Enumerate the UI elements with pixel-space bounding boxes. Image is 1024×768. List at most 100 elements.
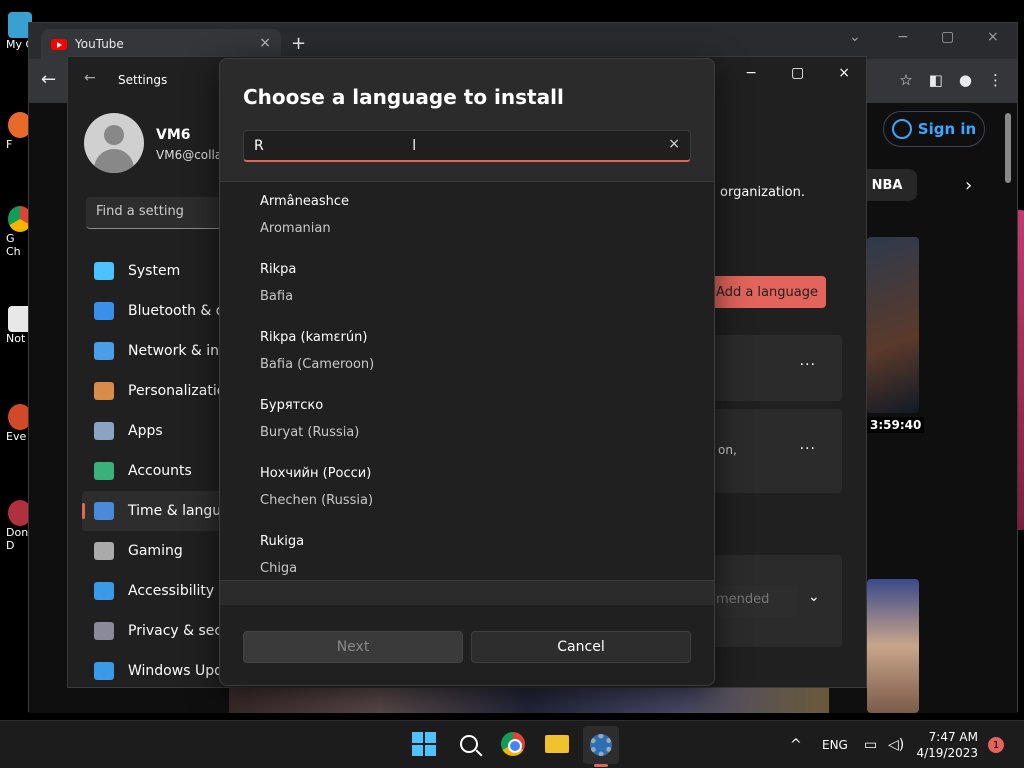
language-list-item[interactable]: Rikpa Bafia (220, 250, 714, 318)
language-english-name: Bafia (Cameroon) (260, 357, 375, 372)
nav-icon (94, 622, 114, 640)
clock[interactable]: 7:47 AM 4/19/2023 (912, 729, 978, 761)
tab-search-icon[interactable]: ⌄ (849, 29, 861, 45)
video-thumbnail[interactable] (867, 579, 919, 713)
nav-icon (94, 582, 114, 600)
language-list-item[interactable]: Нохчийн (Росси) Chechen (Russia) (220, 454, 714, 522)
menu-dots-icon[interactable]: ⋮ (988, 71, 1003, 89)
chrome-icon (501, 732, 525, 756)
nav-icon (94, 302, 114, 320)
chevron-down-icon[interactable]: ⌄ (808, 589, 820, 605)
minimize-button[interactable]: − (745, 65, 757, 81)
sidebar-item-label: Network & inte (128, 343, 234, 359)
toolbar-icons: ☆ ◧ ● ⋮ (899, 71, 1003, 89)
clear-search-icon[interactable]: × (668, 136, 680, 152)
search-icon (460, 735, 478, 753)
sidebar-item-label: System (128, 263, 181, 279)
back-arrow-icon[interactable]: ← (84, 70, 96, 86)
folder-icon (545, 735, 569, 753)
language-card[interactable]: on, ··· (708, 409, 842, 493)
language-search-input[interactable] (244, 137, 644, 154)
language-list[interactable]: Armâneashce Aromanian Rikpa Bafia Rikpa (kam… (220, 181, 714, 581)
sidebar-item-label: Gaming (128, 543, 183, 559)
maximize-button[interactable]: ▢ (791, 65, 804, 81)
next-button[interactable]: Next (243, 631, 463, 663)
close-button[interactable]: × (838, 65, 850, 81)
language-list-item[interactable]: Rukiga Chiga (220, 522, 714, 580)
language-native-name: Rukiga (260, 534, 305, 549)
video-duration: 3:59:40 (867, 417, 925, 433)
language-english-name: Bafia (260, 289, 294, 304)
cancel-button[interactable]: Cancel (471, 631, 691, 663)
chevron-right-icon[interactable]: › (965, 175, 972, 196)
language-english-name: Aromanian (260, 221, 331, 236)
language-english-name: Buryat (Russia) (260, 425, 360, 440)
text-cursor-icon: I (412, 136, 417, 154)
back-arrow-icon[interactable]: ← (41, 69, 56, 90)
org-text: organization. (720, 185, 805, 200)
active-app-indicator (594, 764, 608, 767)
sidebar-item-label: Bluetooth & de (128, 303, 234, 319)
sidebar-item-label: Apps (128, 423, 163, 439)
avatar[interactable] (84, 113, 144, 173)
language-list-item[interactable]: Rikpa (kamɛrún) Bafia (Cameroon) (220, 318, 714, 386)
profile-icon[interactable]: ● (959, 71, 972, 89)
sidebar-item-label: Accounts (128, 463, 192, 479)
user-circle-icon (891, 119, 912, 139)
language-native-name: Нохчийн (Росси) (260, 466, 372, 481)
gear-icon (590, 734, 612, 756)
input-language[interactable]: ENG (822, 721, 848, 768)
taskbar-file-explorer[interactable] (544, 731, 570, 757)
language-native-name: Armâneashce (260, 194, 350, 209)
video-thumbnail[interactable] (867, 237, 919, 413)
sidebar-item-label: Windows Upda (128, 663, 232, 679)
user-name: VM6 (156, 127, 191, 143)
taskbar-settings[interactable] (583, 726, 619, 764)
sidebar-item-label: Accessibility (128, 583, 215, 599)
nav-icon (94, 422, 114, 440)
more-options-icon[interactable]: ··· (800, 441, 816, 457)
sidebar-item-label: Time & langua (128, 503, 230, 519)
recommended-dropdown[interactable]: mended (708, 585, 798, 617)
add-language-button[interactable]: Add a language (708, 276, 826, 308)
taskbar-chrome[interactable] (500, 731, 526, 757)
language-list-item[interactable]: Бурятско Buryat (Russia) (220, 386, 714, 454)
volume-icon[interactable]: ◁) (888, 721, 904, 768)
bookmark-star-icon[interactable]: ☆ (899, 71, 912, 89)
user-email: VM6@colla (156, 148, 223, 162)
language-search-field[interactable]: I × (243, 130, 691, 162)
nav-icon (94, 542, 114, 560)
tab-youtube[interactable]: YouTube × (41, 29, 281, 59)
language-list-item[interactable]: Armâneashce Aromanian (220, 182, 714, 250)
close-button[interactable]: × (987, 29, 999, 45)
side-panel-icon[interactable]: ◧ (929, 71, 943, 89)
nav-icon (94, 342, 114, 360)
language-native-name: Бурятско (260, 398, 324, 413)
language-card[interactable]: ··· (708, 335, 842, 401)
language-native-name: Rikpa (260, 262, 297, 277)
language-english-name: Chechen (Russia) (260, 493, 374, 508)
nav-icon (94, 382, 114, 400)
nav-icon (94, 262, 114, 280)
sign-in-button[interactable]: Sign in (883, 111, 985, 147)
video-thumbnail-row[interactable] (229, 687, 829, 713)
language-english-name: Chiga (260, 561, 298, 576)
page-scrollbar[interactable] (1005, 113, 1011, 183)
settings-title: Settings (118, 73, 168, 87)
search-button[interactable] (456, 731, 482, 757)
more-options-icon[interactable]: ··· (800, 357, 816, 373)
choose-language-dialog: Choose a language to install I × Armânea… (219, 58, 715, 686)
taskbar: ^ ENG ▭ ◁) 7:47 AM 4/19/2023 1 (0, 720, 1024, 768)
maximize-button[interactable]: ▢ (941, 29, 954, 45)
windows-logo-icon (412, 732, 436, 756)
network-icon[interactable]: ▭ (864, 721, 877, 768)
tray-overflow-icon[interactable]: ^ (790, 721, 802, 768)
dialog-footer: Next Cancel (220, 605, 714, 685)
language-native-name: Rikpa (kamɛrún) (260, 330, 368, 345)
new-tab-button[interactable]: + (291, 33, 306, 54)
tab-close-icon[interactable]: × (259, 35, 271, 51)
notification-badge[interactable]: 1 (988, 737, 1004, 753)
dialog-title: Choose a language to install (243, 85, 564, 109)
start-button[interactable] (411, 731, 437, 757)
minimize-button[interactable]: − (897, 29, 909, 45)
